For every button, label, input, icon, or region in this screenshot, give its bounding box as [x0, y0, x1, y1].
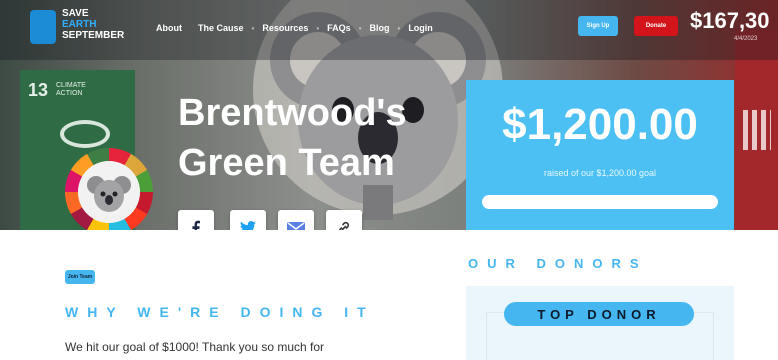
signup-button[interactable]: Sign Up — [578, 16, 618, 36]
brand-line2: EARTH — [62, 19, 97, 30]
nav-faqs[interactable]: FAQs — [319, 23, 359, 33]
brand-line1: SAVE — [62, 8, 89, 19]
nav-blog[interactable]: Blog — [362, 23, 398, 33]
sdg-red-tile — [735, 30, 778, 230]
join-team-button[interactable]: Join Team — [65, 270, 95, 284]
koala-avatar-icon — [78, 161, 140, 223]
raised-card: $1,200.00 raised of our $1,200.00 goal — [466, 80, 734, 230]
eye-icon — [60, 120, 110, 148]
sdg-label: CLIMATE ACTION — [56, 82, 86, 97]
team-avatar — [65, 148, 153, 236]
donors-heading: OUR DONORS — [468, 256, 648, 271]
nav-resources[interactable]: Resources — [254, 23, 316, 33]
content-section: Join Team WHY WE'RE DOING IT We hit our … — [0, 230, 778, 360]
nav-the-cause[interactable]: The Cause — [190, 23, 252, 33]
earth-logo-icon — [30, 10, 56, 44]
story-text: We hit our goal of $1000! Thank you so m… — [65, 340, 325, 354]
donate-button[interactable]: Donate — [634, 16, 678, 36]
amount-raised: $1,200.00 — [502, 100, 698, 149]
brand-logo[interactable]: SAVE EARTH SEPTEMBER — [30, 6, 130, 54]
bars-icon — [743, 110, 771, 150]
brand-text: SAVE EARTH SEPTEMBER — [62, 8, 142, 41]
nav-about[interactable]: About — [148, 23, 190, 33]
donors-card: TOP DONOR — [466, 286, 734, 360]
sdg-number: 13 — [28, 80, 49, 100]
total-raised-ticker: $167,30 — [690, 8, 770, 33]
main-nav: About The Cause • Resources • FAQs • Blo… — [148, 20, 441, 36]
goal-text: raised of our $1,200.00 goal — [543, 168, 657, 178]
progress-bar — [482, 195, 718, 209]
team-name-line1: Brentwood's — [178, 92, 407, 134]
why-heading: WHY WE'RE DOING IT — [65, 304, 375, 320]
team-name-line2: Green Team — [178, 142, 395, 184]
ticker-date: 4/4/2023 — [734, 36, 758, 42]
team-title: Brentwood's Green Team — [178, 88, 407, 188]
nav-login[interactable]: Login — [400, 23, 441, 33]
brand-line3: SEPTEMBER — [62, 30, 125, 41]
top-donor-badge: TOP DONOR — [504, 302, 694, 326]
top-navbar: SAVE EARTH SEPTEMBER About The Cause • R… — [0, 0, 778, 60]
progress-fill — [482, 195, 718, 209]
